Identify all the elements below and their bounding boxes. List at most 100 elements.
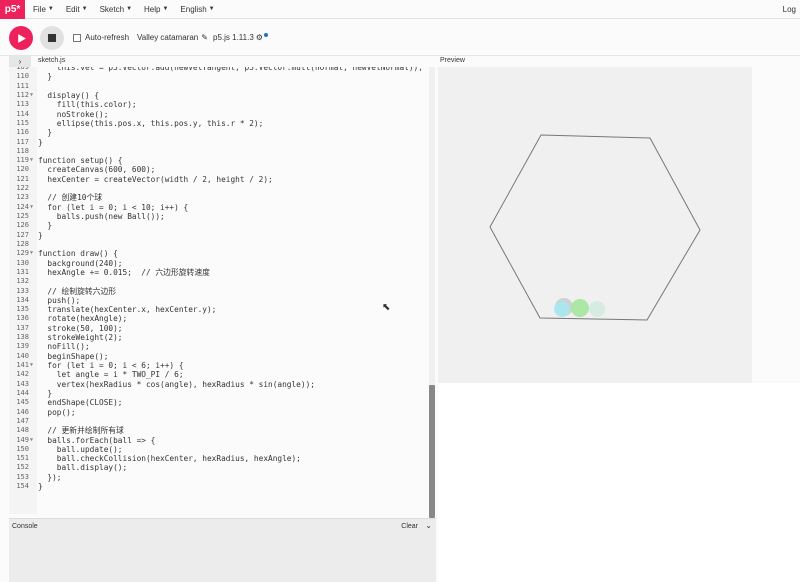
code-line[interactable]: 154} xyxy=(9,482,436,491)
preview-title: Preview xyxy=(440,57,465,64)
code-text: fill(this.color); xyxy=(38,100,137,110)
line-number: 153 xyxy=(16,472,29,481)
fold-arrow-icon[interactable]: ▼ xyxy=(30,436,33,445)
version-selector[interactable]: p5.js 1.11.3 ⚙ xyxy=(213,33,268,42)
toolbar: Auto-refresh Valley catamaran ✎ p5.js 1.… xyxy=(0,20,800,56)
code-line[interactable]: 125 balls.push(new Ball()); xyxy=(9,212,436,221)
code-line[interactable]: 141 ▼ for (let i = 0; i < 6; i++) { xyxy=(9,361,436,370)
code-line[interactable]: 148 // 更新并绘制所有球 xyxy=(9,426,436,435)
p5-logo[interactable]: p5* xyxy=(0,0,25,19)
code-text: } xyxy=(38,221,53,231)
line-number: 113 xyxy=(16,100,29,109)
auto-refresh-toggle[interactable]: Auto-refresh xyxy=(73,33,129,42)
console-panel: Console Clear ⌄ xyxy=(9,518,436,582)
code-line[interactable]: 113 fill(this.color); xyxy=(9,100,436,109)
menu-help[interactable]: Help ▼ xyxy=(144,5,168,14)
menu-sketch[interactable]: Sketch ▼ xyxy=(100,5,132,14)
code-line[interactable]: 124 ▼ for (let i = 0; i < 10; i++) { xyxy=(9,203,436,212)
code-text: translate(hexCenter.x, hexCenter.y); xyxy=(38,305,217,315)
code-text: endShape(CLOSE); xyxy=(38,398,123,408)
fold-arrow-icon[interactable]: ▼ xyxy=(30,249,33,258)
chevron-right-icon: › xyxy=(18,57,22,66)
code-line[interactable]: 122 xyxy=(9,184,436,193)
play-button[interactable] xyxy=(9,26,33,50)
code-line[interactable]: 130 background(240); xyxy=(9,259,436,268)
code-line[interactable]: 112 ▼ display() { xyxy=(9,91,436,100)
stop-button[interactable] xyxy=(40,26,64,50)
code-line[interactable]: 147 xyxy=(9,417,436,426)
menu-file[interactable]: File ▼ xyxy=(33,5,54,14)
code-line[interactable]: 146 pop(); xyxy=(9,408,436,417)
code-area[interactable]: 109 this.vel = p5.Vector.add(newVelTange… xyxy=(9,67,436,491)
code-line[interactable]: 149 ▼ balls.forEach(ball => { xyxy=(9,436,436,445)
pencil-icon[interactable]: ✎ xyxy=(201,33,208,42)
code-line[interactable]: 110 } xyxy=(9,72,436,81)
ball xyxy=(554,301,570,317)
code-line[interactable]: 111 xyxy=(9,82,436,91)
play-icon xyxy=(17,33,26,43)
code-line[interactable]: 136 rotate(hexAngle); xyxy=(9,314,436,323)
console-clear-button[interactable]: Clear xyxy=(401,523,418,530)
code-line[interactable]: 153 }); xyxy=(9,473,436,482)
sketch-name-label: Valley catamaran xyxy=(137,33,199,42)
code-line[interactable]: 142 let angle = i * TWO_PI / 6; xyxy=(9,370,436,379)
code-line[interactable]: 131 hexAngle += 0.015; // 六边形旋转速度 xyxy=(9,268,436,277)
preview-empty-area xyxy=(438,383,800,582)
editor-scrollbar[interactable] xyxy=(429,385,435,518)
preview-canvas[interactable] xyxy=(438,67,752,383)
code-line[interactable]: 140 beginShape(); xyxy=(9,352,436,361)
code-text: strokeWeight(2); xyxy=(38,333,123,343)
code-line[interactable]: 116 } xyxy=(9,128,436,137)
code-line[interactable]: 134 push(); xyxy=(9,296,436,305)
code-line[interactable]: 126 } xyxy=(9,221,436,230)
code-line[interactable]: 121 hexCenter = createVector(width / 2, … xyxy=(9,175,436,184)
canvas-drawing xyxy=(489,134,701,321)
sidebar-toggle-button[interactable]: › xyxy=(9,56,31,67)
code-line[interactable]: 144 } xyxy=(9,389,436,398)
code-line[interactable]: 118 xyxy=(9,147,436,156)
code-line[interactable]: 133 // 绘制旋转六边形 xyxy=(9,287,436,296)
line-number: 121 xyxy=(16,174,29,183)
code-line[interactable]: 143 vertex(hexRadius * cos(angle), hexRa… xyxy=(9,380,436,389)
line-number: 112 xyxy=(16,90,29,99)
code-line[interactable]: 150 ball.update(); xyxy=(9,445,436,454)
line-number: 115 xyxy=(16,118,29,127)
code-editor[interactable]: 109 this.vel = p5.Vector.add(newVelTange… xyxy=(9,67,436,514)
fold-arrow-icon[interactable]: ▼ xyxy=(30,203,33,212)
sketch-name[interactable]: Valley catamaran ✎ xyxy=(137,33,208,42)
code-line[interactable]: 145 endShape(CLOSE); xyxy=(9,398,436,407)
code-line[interactable]: 129 ▼ function draw() { xyxy=(9,249,436,258)
menu-help-label: Help xyxy=(144,4,161,14)
code-text: hexCenter = createVector(width / 2, heig… xyxy=(38,174,273,184)
code-text: stroke(50, 100); xyxy=(38,323,123,333)
line-number: 127 xyxy=(16,230,29,239)
code-line[interactable]: 132 xyxy=(9,277,436,286)
menu-edit[interactable]: Edit ▼ xyxy=(66,5,88,14)
code-text: background(240); xyxy=(38,258,123,268)
file-tab-sketch[interactable]: sketch.js xyxy=(38,57,65,64)
code-line[interactable]: 123 // 创建10个球 xyxy=(9,193,436,202)
fold-arrow-icon[interactable]: ▼ xyxy=(30,91,33,100)
code-line[interactable]: 114 noStroke(); xyxy=(9,110,436,119)
code-line[interactable]: 152 ball.display(); xyxy=(9,463,436,472)
code-line[interactable]: 115 ellipse(this.pos.x, this.pos.y, this… xyxy=(9,119,436,128)
code-line[interactable]: 139 noFill(); xyxy=(9,342,436,351)
menu-language[interactable]: English ▼ xyxy=(180,5,214,14)
chevron-down-icon[interactable]: ⌄ xyxy=(425,521,432,530)
code-line[interactable]: 128 xyxy=(9,240,436,249)
line-number: 148 xyxy=(16,426,29,435)
code-line[interactable]: 135 translate(hexCenter.x, hexCenter.y); xyxy=(9,305,436,314)
code-line[interactable]: 137 stroke(50, 100); xyxy=(9,324,436,333)
code-line[interactable]: 127} xyxy=(9,231,436,240)
code-line[interactable]: 138 strokeWeight(2); xyxy=(9,333,436,342)
line-number: 137 xyxy=(16,323,29,332)
code-line[interactable]: 119 ▼ function setup() { xyxy=(9,156,436,165)
line-number: 134 xyxy=(16,295,29,304)
fold-arrow-icon[interactable]: ▼ xyxy=(30,361,33,370)
fold-arrow-icon[interactable]: ▼ xyxy=(30,156,33,165)
login-link[interactable]: Log xyxy=(783,5,796,14)
code-line[interactable]: 120 createCanvas(600, 600); xyxy=(9,165,436,174)
code-line[interactable]: 151 ball.checkCollision(hexCenter, hexRa… xyxy=(9,454,436,463)
code-line[interactable]: 117} xyxy=(9,138,436,147)
auto-refresh-checkbox[interactable] xyxy=(73,33,81,42)
